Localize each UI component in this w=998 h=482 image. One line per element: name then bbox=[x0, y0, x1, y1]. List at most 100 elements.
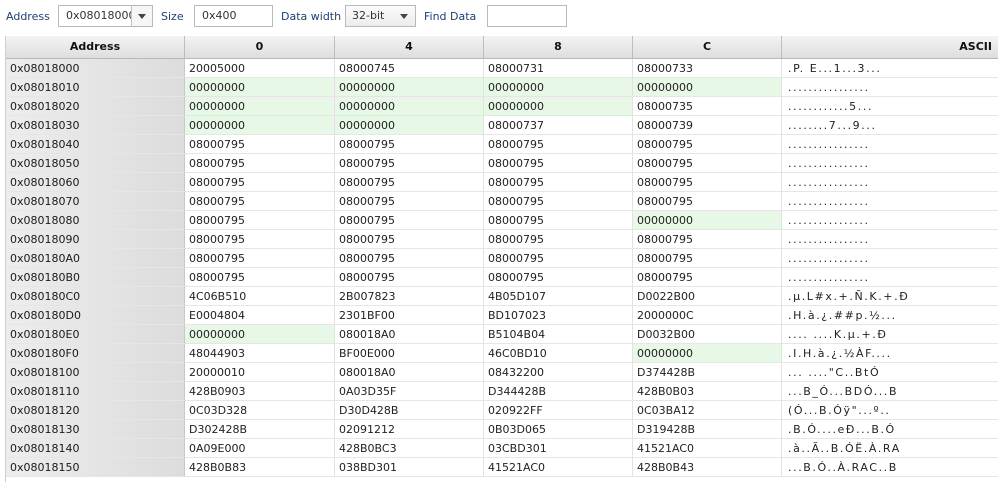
address-cell[interactable]: 0x08018090 bbox=[6, 230, 185, 249]
address-cell[interactable]: 0x08018030 bbox=[6, 116, 185, 135]
word-offset-8-cell[interactable]: 08000795 bbox=[484, 192, 633, 211]
word-offset-0-cell[interactable]: 08000795 bbox=[185, 249, 335, 268]
word-offset-8-cell[interactable]: B5104B04 bbox=[484, 325, 633, 344]
ascii-cell[interactable]: .P. E...1...3... bbox=[782, 59, 998, 78]
word-offset-8-cell[interactable]: D344428B bbox=[484, 382, 633, 401]
word-offset-0-cell[interactable]: 08000795 bbox=[185, 211, 335, 230]
ascii-cell[interactable]: .B.Ó....eÐ...B.Ó bbox=[782, 420, 998, 439]
address-cell[interactable]: 0x08018050 bbox=[6, 154, 185, 173]
word-offset-4-cell[interactable]: 08000795 bbox=[335, 268, 484, 287]
word-offset-0-cell[interactable]: 08000795 bbox=[185, 173, 335, 192]
word-offset-c-cell[interactable]: D0022B00 bbox=[633, 287, 782, 306]
word-offset-4-cell[interactable]: 038BD301 bbox=[335, 458, 484, 477]
table-row[interactable]: 0x08018150 428B0B83 038BD301 41521AC0 428B0B… bbox=[6, 458, 998, 477]
address-cell[interactable]: 0x08018010 bbox=[6, 78, 185, 97]
table-row[interactable]: 0x08018010 00000000 00000000 00000000 000000… bbox=[6, 78, 998, 97]
address-cell[interactable]: 0x080180B0 bbox=[6, 268, 185, 287]
ascii-cell[interactable]: ................ bbox=[782, 249, 998, 268]
address-combo[interactable]: 0x08018000 bbox=[58, 5, 153, 27]
word-offset-8-cell[interactable]: 020922FF bbox=[484, 401, 633, 420]
word-offset-c-cell[interactable]: 428B0B03 bbox=[633, 382, 782, 401]
word-offset-c-cell[interactable]: 41521AC0 bbox=[633, 439, 782, 458]
word-offset-4-cell[interactable]: BF00E000 bbox=[335, 344, 484, 363]
word-offset-0-cell[interactable]: 00000000 bbox=[185, 325, 335, 344]
word-offset-8-cell[interactable]: 4B05D107 bbox=[484, 287, 633, 306]
table-row[interactable]: 0x080180E0 00000000 080018A0 B5104B04 D0032B… bbox=[6, 325, 998, 344]
table-row[interactable]: 0x08018040 08000795 08000795 08000795 080007… bbox=[6, 135, 998, 154]
ascii-cell[interactable]: ................ bbox=[782, 211, 998, 230]
word-offset-c-cell[interactable]: 08000795 bbox=[633, 135, 782, 154]
address-cell[interactable]: 0x08018020 bbox=[6, 97, 185, 116]
address-cell[interactable]: 0x08018100 bbox=[6, 363, 185, 382]
memory-table[interactable]: Address 0 4 8 C ASCII 0x08018000 20005000… bbox=[5, 36, 998, 482]
ascii-cell[interactable]: ................ bbox=[782, 135, 998, 154]
word-offset-c-cell[interactable]: D374428B bbox=[633, 363, 782, 382]
ascii-cell[interactable]: ... ...."C..BtÓ bbox=[782, 363, 998, 382]
word-offset-4-cell[interactable]: 08000795 bbox=[335, 192, 484, 211]
ascii-cell[interactable]: .à..Ã..B.ÓË.À.RA bbox=[782, 439, 998, 458]
word-offset-c-cell[interactable]: 08000739 bbox=[633, 116, 782, 135]
address-cell[interactable]: 0x08018080 bbox=[6, 211, 185, 230]
word-offset-4-cell[interactable]: 08000795 bbox=[335, 249, 484, 268]
table-row[interactable]: 0x08018130 D302428B 02091212 0B03D065 D31942… bbox=[6, 420, 998, 439]
word-offset-c-cell[interactable]: 08000795 bbox=[633, 154, 782, 173]
word-offset-c-cell[interactable]: 08000795 bbox=[633, 173, 782, 192]
word-offset-4-cell[interactable]: 2301BF00 bbox=[335, 306, 484, 325]
word-offset-4-cell[interactable]: 00000000 bbox=[335, 97, 484, 116]
word-offset-0-cell[interactable]: 08000795 bbox=[185, 154, 335, 173]
table-row[interactable]: 0x08018000 20005000 08000745 08000731 080007… bbox=[6, 59, 998, 78]
table-row[interactable]: 0x080180A0 08000795 08000795 08000795 080007… bbox=[6, 249, 998, 268]
address-cell[interactable]: 0x08018130 bbox=[6, 420, 185, 439]
table-row[interactable]: 0x08018090 08000795 08000795 08000795 080007… bbox=[6, 230, 998, 249]
ascii-cell[interactable]: ................ bbox=[782, 78, 998, 97]
column-header-offset-4[interactable]: 4 bbox=[335, 36, 484, 58]
ascii-cell[interactable]: .µ.L#x.+.Ñ.K.+.Ð bbox=[782, 287, 998, 306]
ascii-cell[interactable]: ...B.Ó..À.RAC..B bbox=[782, 458, 998, 477]
word-offset-8-cell[interactable]: 08000795 bbox=[484, 268, 633, 287]
column-header-ascii[interactable]: ASCII bbox=[782, 36, 998, 58]
table-row[interactable]: 0x08018110 428B0903 0A03D35F D344428B 428B0B… bbox=[6, 382, 998, 401]
column-header-offset-0[interactable]: 0 bbox=[185, 36, 335, 58]
word-offset-0-cell[interactable]: 428B0B83 bbox=[185, 458, 335, 477]
table-row[interactable]: 0x080180C0 4C06B510 2B007823 4B05D107 D0022B… bbox=[6, 287, 998, 306]
word-offset-4-cell[interactable]: 08000795 bbox=[335, 173, 484, 192]
ascii-cell[interactable]: ........7...9... bbox=[782, 116, 998, 135]
word-offset-0-cell[interactable]: 20005000 bbox=[185, 59, 335, 78]
ascii-cell[interactable]: .H.à.¿.##p.½... bbox=[782, 306, 998, 325]
word-offset-0-cell[interactable]: 0C03D328 bbox=[185, 401, 335, 420]
word-offset-0-cell[interactable]: 00000000 bbox=[185, 78, 335, 97]
word-offset-4-cell[interactable]: 00000000 bbox=[335, 116, 484, 135]
word-offset-4-cell[interactable]: 080018A0 bbox=[335, 325, 484, 344]
address-cell[interactable]: 0x080180E0 bbox=[6, 325, 185, 344]
data-width-select[interactable]: 32-bit bbox=[345, 5, 416, 27]
word-offset-c-cell[interactable]: 08000733 bbox=[633, 59, 782, 78]
ascii-cell[interactable]: .... ....K.µ.+.Ð bbox=[782, 325, 998, 344]
word-offset-4-cell[interactable]: 428B0BC3 bbox=[335, 439, 484, 458]
word-offset-c-cell[interactable]: D0032B00 bbox=[633, 325, 782, 344]
word-offset-c-cell[interactable]: 00000000 bbox=[633, 78, 782, 97]
word-offset-0-cell[interactable]: 48044903 bbox=[185, 344, 335, 363]
column-header-address[interactable]: Address bbox=[6, 36, 185, 58]
address-cell[interactable]: 0x08018000 bbox=[6, 59, 185, 78]
ascii-cell[interactable]: (Ó...B.Óÿ"...º.. bbox=[782, 401, 998, 420]
address-cell[interactable]: 0x08018060 bbox=[6, 173, 185, 192]
address-cell[interactable]: 0x08018140 bbox=[6, 439, 185, 458]
address-cell[interactable]: 0x080180A0 bbox=[6, 249, 185, 268]
table-row[interactable]: 0x08018050 08000795 08000795 08000795 080007… bbox=[6, 154, 998, 173]
table-row[interactable]: 0x080180F0 48044903 BF00E000 46C0BD10 000000… bbox=[6, 344, 998, 363]
word-offset-4-cell[interactable]: 2B007823 bbox=[335, 287, 484, 306]
address-dropdown-button[interactable] bbox=[131, 6, 152, 26]
ascii-cell[interactable]: ............5... bbox=[782, 97, 998, 116]
ascii-cell[interactable]: ................ bbox=[782, 173, 998, 192]
table-row[interactable]: 0x08018060 08000795 08000795 08000795 080007… bbox=[6, 173, 998, 192]
word-offset-8-cell[interactable]: 03CBD301 bbox=[484, 439, 633, 458]
word-offset-0-cell[interactable]: 08000795 bbox=[185, 230, 335, 249]
address-cell[interactable]: 0x08018150 bbox=[6, 458, 185, 477]
ascii-cell[interactable]: .I.H.à.¿.½ÀF.... bbox=[782, 344, 998, 363]
table-row[interactable]: 0x08018020 00000000 00000000 00000000 080007… bbox=[6, 97, 998, 116]
word-offset-4-cell[interactable]: 00000000 bbox=[335, 78, 484, 97]
word-offset-4-cell[interactable]: 08000795 bbox=[335, 211, 484, 230]
word-offset-0-cell[interactable]: 00000000 bbox=[185, 97, 335, 116]
word-offset-8-cell[interactable]: 08000731 bbox=[484, 59, 633, 78]
table-row[interactable]: 0x080180D0 E0004804 2301BF00 BD107023 200000… bbox=[6, 306, 998, 325]
